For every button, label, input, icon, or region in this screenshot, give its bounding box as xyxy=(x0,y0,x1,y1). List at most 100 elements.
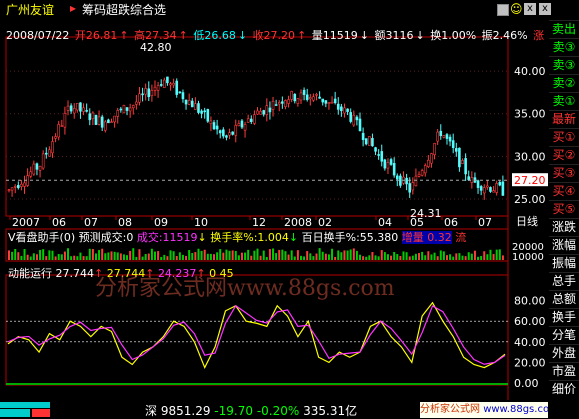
quote-volume: 量11519 xyxy=(311,29,358,42)
candle-body xyxy=(135,101,138,105)
volume-bar xyxy=(169,250,172,260)
candle-body xyxy=(147,88,151,98)
candle-body xyxy=(309,97,312,100)
sidebar-item[interactable]: 最新 xyxy=(549,110,579,127)
index-ticker[interactable]: 深 9851.29 -19.70 -0.20% 335.31亿 xyxy=(145,402,357,419)
volume-bar xyxy=(11,251,14,260)
candle-body xyxy=(336,103,340,110)
sidebar-item[interactable]: 细价 xyxy=(549,380,579,397)
sidebar-item[interactable]: 总手 xyxy=(549,272,579,289)
watermark-text: 分析家公式网www.88gs.com xyxy=(95,276,395,301)
sidebar-item[interactable]: 分笔 xyxy=(549,326,579,343)
candle-body xyxy=(302,89,306,95)
sidebar-item[interactable]: 涨跌 xyxy=(549,218,579,235)
sidebar-item[interactable]: 振幅 xyxy=(549,254,579,271)
sidebar-item[interactable]: 换手 xyxy=(549,308,579,325)
candle-body xyxy=(321,98,325,103)
candle-body xyxy=(156,85,160,91)
sidebar-item[interactable]: 卖② xyxy=(549,74,579,91)
indicator-tick-label: 80.00 xyxy=(514,295,546,308)
volume-bar xyxy=(132,248,135,260)
candle-body xyxy=(315,94,318,96)
volume-bar xyxy=(281,249,284,260)
volume-bar xyxy=(492,254,495,260)
volume-bar xyxy=(17,252,20,260)
sidebar-item[interactable]: 买③ xyxy=(549,164,579,181)
candle-body xyxy=(501,181,505,196)
volume-bar xyxy=(60,254,63,260)
quote-date: 2008/07/22 xyxy=(6,29,70,42)
volume-bar xyxy=(185,255,188,260)
sidebar-item[interactable]: 总额 xyxy=(549,290,579,307)
candle-body xyxy=(200,110,203,114)
date-tick-label: 12 xyxy=(252,216,266,229)
sidebar-item[interactable]: 市盈 xyxy=(549,362,579,379)
sidebar-item[interactable]: 卖出 xyxy=(549,20,579,37)
chart-area[interactable]: 40.0035.0030.0025.00 42.80 24.31 27.20 2… xyxy=(0,18,549,401)
sidebar-item[interactable]: 卖③ xyxy=(549,38,579,55)
candle-body xyxy=(54,136,57,139)
candle-body xyxy=(51,141,54,154)
volume-bar xyxy=(244,252,247,260)
sidebar-item[interactable]: 买⑤ xyxy=(549,200,579,217)
close-window-icon[interactable]: x xyxy=(539,3,551,15)
candle-body xyxy=(97,116,101,125)
sidebar-item[interactable]: 买④ xyxy=(549,182,579,199)
volume-bar xyxy=(39,249,42,260)
candle-body xyxy=(395,175,399,180)
candle-body xyxy=(63,112,67,128)
volume-bar xyxy=(88,248,91,260)
volume-bar xyxy=(452,256,455,260)
candle-body xyxy=(246,118,250,123)
volume-bar xyxy=(296,250,299,260)
momentum-line-magenta xyxy=(7,304,506,365)
hundred-day-turnover: 百日换手%:55.380 xyxy=(301,231,399,244)
candle-body xyxy=(209,120,213,125)
volume-bar xyxy=(355,250,358,260)
candle-body xyxy=(408,183,412,193)
volume-bar xyxy=(324,253,327,260)
volume-bar xyxy=(284,251,287,260)
candle-body xyxy=(240,120,244,128)
sidebar-item[interactable]: 买① xyxy=(549,128,579,145)
candle-body xyxy=(231,131,234,135)
volume-bar xyxy=(141,256,144,260)
sidebar-item[interactable]: 涨幅 xyxy=(549,236,579,253)
candle-body xyxy=(324,100,328,104)
smiley-icon[interactable]: ☺ xyxy=(510,3,523,15)
candle-body xyxy=(128,107,132,112)
close-icon[interactable]: x xyxy=(524,3,536,15)
quote-amount: 额3116 xyxy=(374,29,414,42)
volume-bar xyxy=(153,251,156,260)
sidebar-item[interactable]: 卖③ xyxy=(549,56,579,73)
candle-body xyxy=(380,151,384,162)
current-price-text: 27.20 xyxy=(514,174,546,187)
volume-bar xyxy=(293,256,296,260)
sidebar-item[interactable]: 外盘 xyxy=(549,344,579,361)
quote-low: 低26.68 xyxy=(193,29,236,42)
candle-body xyxy=(451,140,455,148)
volume-bar xyxy=(197,248,200,260)
formula-name[interactable]: 筹码超跌综合选 xyxy=(82,1,166,18)
date-tick-label: 05 xyxy=(410,216,424,229)
volume-bar xyxy=(234,250,237,260)
minimize-button[interactable] xyxy=(497,4,509,16)
candle-body xyxy=(312,96,315,101)
volume-bar xyxy=(228,250,231,260)
volume-bar xyxy=(290,250,293,260)
candle-body xyxy=(116,110,120,117)
volume-bar xyxy=(427,251,430,260)
sidebar-item[interactable]: 卖① xyxy=(549,92,579,109)
candle-body xyxy=(361,132,365,140)
sidebar-item[interactable]: 买② xyxy=(549,146,579,163)
volume-bar xyxy=(51,250,54,260)
candle-body xyxy=(349,112,352,122)
volume-bar xyxy=(327,254,330,260)
stock-name[interactable]: 广州友谊 xyxy=(6,1,54,18)
candle-body xyxy=(470,177,474,183)
candle-body xyxy=(41,153,45,169)
status-bar: 深 9851.29 -19.70 -0.20% 335.31亿 分析家公式网 w… xyxy=(0,401,549,419)
volume-bar xyxy=(501,255,504,260)
candle-body xyxy=(333,98,337,104)
indicator-value-1: 27.744 xyxy=(55,267,95,280)
